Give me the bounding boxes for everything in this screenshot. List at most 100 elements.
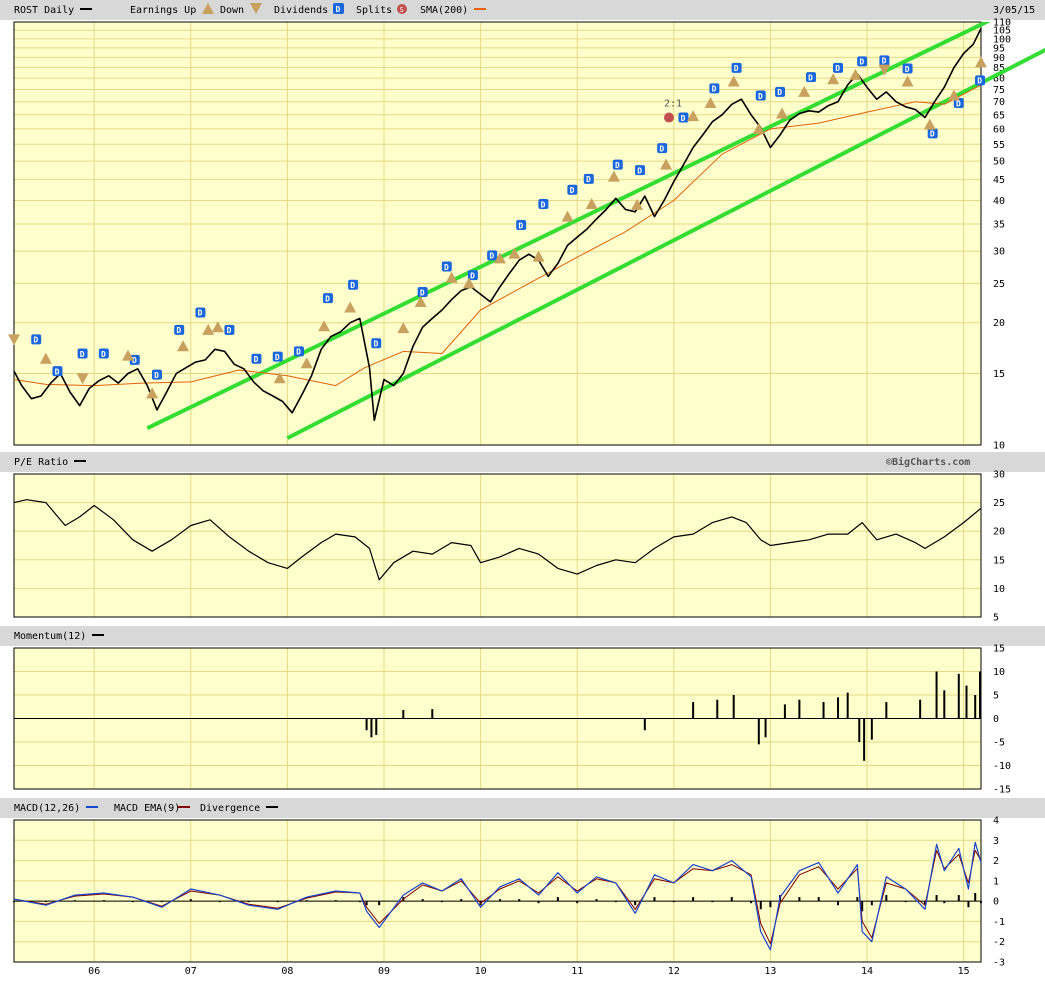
price-y-tick-label: 20 [993,318,1005,329]
dividend-marker: D [516,220,527,230]
price-y-tick-label: 35 [993,220,1005,231]
pe-y-tick-label: 25 [993,498,1005,509]
dividend-marker: D [678,112,689,123]
split-legend-icon: S [397,4,407,14]
dividend-marker: D [224,324,235,335]
dividend-marker: D [538,199,549,209]
price-y-tick-label: 90 [993,53,1005,64]
dividend-legend-icon: D [333,3,344,14]
dividend-icon-letter: D [615,161,620,170]
momentum-y-tick-label: -15 [993,785,1011,796]
momentum-bar [935,671,938,719]
momentum-bar [764,718,767,738]
dividend-icon-letter: D [758,92,763,101]
momentum-bar [974,695,977,719]
momentum-title-label: Momentum(12) [14,631,86,642]
dividend-icon-letter: D [541,200,546,209]
dividend-icon-letter: D [350,281,355,290]
dividend-marker: D [612,159,623,170]
price-y-tick-label: 65 [993,110,1005,121]
dividend-marker: D [879,55,890,66]
macd-ema-swatch [178,806,190,808]
momentum-bar [885,702,888,719]
dividend-icon-letter: D [586,175,591,184]
divergence-bar [837,901,840,906]
dividend-icon-letter: D [956,99,961,108]
splits-label: Splits [356,5,392,16]
divergence-bar [943,901,946,904]
macd-swatch [86,806,98,808]
dividend-icon-letter: D [681,114,686,123]
x-tick-label: 15 [958,966,970,977]
divergence-bar [974,893,977,902]
price-y-tick-label: 45 [993,175,1005,186]
split-icon [663,112,674,123]
macd-y-tick-label: 1 [993,876,999,887]
dividend-icon-letter: D [33,336,38,345]
divergence-bar [967,901,970,908]
x-tick-label: 14 [861,966,873,977]
pe-panel: 5 10 15 20 25 30 [13,470,1005,624]
dividend-icon-letter: D [835,64,840,73]
dividend-icon-letter: D [198,309,203,318]
x-tick-label: 13 [764,966,776,977]
dividend-icon-letter: D [296,348,301,357]
dividend-icon-letter: D [882,57,887,66]
momentum-panel: -15 -10 -5 0 5 10 15 [13,644,1011,796]
dividend-marker: D [293,346,304,357]
dividend-icon-letter: D [712,85,717,94]
momentum-bar [375,718,378,735]
x-tick-label: 11 [571,966,583,977]
momentum-y-tick-label: 15 [993,644,1005,655]
dividend-marker: D [755,90,766,101]
price-y-tick-label: 30 [993,247,1005,258]
momentum-bar [370,718,373,738]
dividend-icon-letter: D [734,64,739,73]
dividend-icon-letter: D [518,221,523,230]
dividend-icon-letter: D [930,130,935,139]
macd-ema-label: MACD EMA(9) [114,803,180,814]
x-tick-label: 07 [185,966,197,977]
momentum-bar [365,718,368,731]
momentum-bar [870,718,873,740]
divergence-bar [189,899,192,902]
divergence-bar [44,901,47,903]
dividends-label: Dividends [274,5,328,16]
x-tick-label: 09 [378,966,390,977]
dividend-marker: D [77,348,88,359]
momentum-bar [965,685,968,719]
dividend-marker: D [857,56,868,67]
momentum-bar [957,673,960,719]
dividend-icon-letter: D [905,65,910,74]
divergence-bar [817,897,820,902]
dividend-icon-letter: D [55,367,60,376]
dividend-marker: D [98,348,109,359]
divergence-bar [218,901,221,903]
divergence-bar [440,901,443,903]
divergence-bar [102,900,105,902]
momentum-bar [822,702,825,719]
momentum-bar [643,718,646,731]
divergence-bar [711,901,714,903]
dividend-marker: D [487,250,498,261]
pe-swatch [74,460,86,462]
dividend-marker: D [975,75,986,86]
divergence-bar [798,897,801,902]
pe-panel-background [14,474,981,617]
divergence-bar [358,901,361,903]
dividend-marker: D [174,324,185,335]
x-tick-label: 06 [88,966,100,977]
momentum-bar [732,695,735,719]
dividend-icon-letter: D [489,252,494,261]
macd-title-label: MACD(12,26) [14,803,80,814]
momentum-bar [692,702,695,719]
divergence-bar [498,899,501,902]
price-y-tick-label: 50 [993,157,1005,168]
sma-label: SMA(200) [420,5,468,16]
momentum-y-tick-label: -10 [993,761,1011,772]
price-y-tick-label: 25 [993,279,1005,290]
momentum-bar [798,699,801,719]
macd-y-tick-label: -1 [993,917,1005,928]
divergence-bar [614,901,617,903]
divergence-bar [595,899,598,902]
